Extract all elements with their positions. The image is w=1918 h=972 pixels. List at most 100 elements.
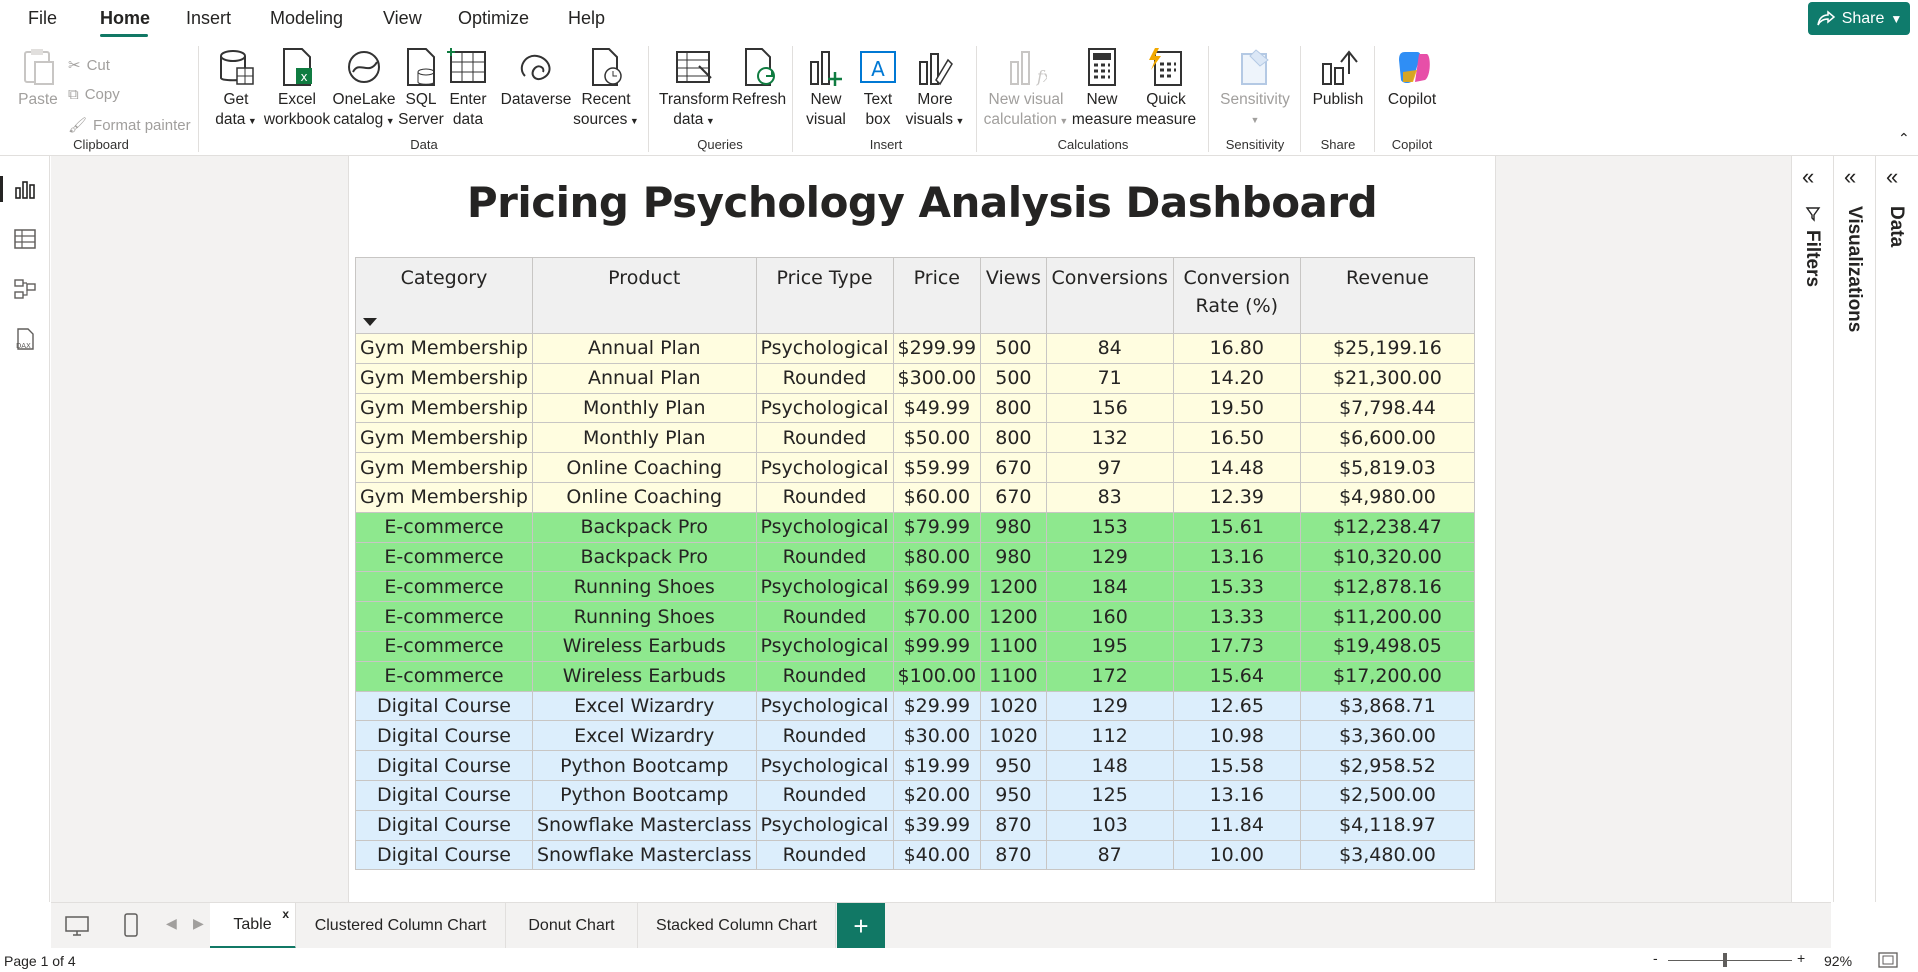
table-row[interactable]: E-commerce Backpack Pro Psychological $79.9…: [355, 511, 1476, 543]
table-row[interactable]: Gym Membership Monthly Plan Rounded $50.00 8…: [355, 422, 1476, 454]
add-page-button[interactable]: +: [837, 903, 885, 949]
get-data-button[interactable]: Get data ▼: [208, 46, 264, 131]
column-header[interactable]: Product: [531, 257, 757, 334]
chevron-down-icon: ▼: [627, 116, 639, 126]
table-row[interactable]: Digital Course Snowflake Masterclass Round…: [355, 839, 1476, 871]
new-visual-calculation-button[interactable]: fx New visual calculation ▼: [982, 46, 1070, 131]
get-data-label-1: Get: [223, 91, 249, 108]
transform-data-button[interactable]: Transform data ▼: [656, 46, 732, 131]
onelake-catalog-button[interactable]: OneLake catalog ▼: [332, 46, 396, 131]
paste-button[interactable]: Paste: [10, 46, 66, 110]
collapse-ribbon-icon[interactable]: ⌃: [1898, 130, 1910, 147]
table-row[interactable]: Gym Membership Annual Plan Psychological $2…: [355, 333, 1476, 364]
enter-data-button[interactable]: Enter data: [444, 46, 492, 130]
menu-insert[interactable]: Insert: [186, 8, 231, 29]
table-row[interactable]: Gym Membership Online Coaching Psychologic…: [355, 452, 1476, 483]
menu-home[interactable]: Home: [100, 8, 150, 29]
transform-label-2: data ▼: [656, 110, 732, 131]
close-tab-icon[interactable]: x: [282, 907, 289, 921]
column-header[interactable]: Conversion Rate (%): [1172, 257, 1301, 334]
menu-view[interactable]: View: [383, 8, 422, 29]
copilot-button[interactable]: Copilot: [1380, 46, 1444, 110]
column-header[interactable]: Conversions: [1045, 257, 1174, 334]
more-visuals-icon: [919, 53, 953, 86]
sort-descending-icon[interactable]: [363, 318, 377, 326]
table-row[interactable]: E-commerce Wireless Earbuds Rounded $100.00…: [355, 660, 1476, 692]
table-row[interactable]: Digital Course Excel Wizardry Psychologica…: [355, 690, 1476, 722]
fit-to-page-icon[interactable]: [1878, 952, 1898, 968]
dataverse-button[interactable]: Dataverse: [494, 46, 578, 110]
filters-pane-collapsed[interactable]: « Filters: [1791, 156, 1833, 902]
table-row[interactable]: Digital Course Python Bootcamp Psychologic…: [355, 750, 1476, 781]
table-row[interactable]: Gym Membership Online Coaching Rounded $60.…: [355, 481, 1476, 513]
menu-optimize[interactable]: Optimize: [458, 8, 529, 29]
menu-modeling[interactable]: Modeling: [270, 8, 343, 29]
pricing-table-visual[interactable]: Category Product Price Type Price Views …: [355, 257, 1476, 871]
column-header[interactable]: Views: [980, 257, 1047, 334]
table-row[interactable]: Gym Membership Annual Plan Rounded $300.00 5…: [355, 362, 1476, 394]
table-row[interactable]: Digital Course Python Bootcamp Rounded $20.…: [355, 779, 1476, 811]
table-row[interactable]: Digital Course Excel Wizardry Rounded $30.0…: [355, 720, 1476, 752]
cut-button[interactable]: ✂ Cut: [68, 56, 110, 75]
table-cell: 14.20: [1172, 362, 1301, 394]
menu-help[interactable]: Help: [568, 8, 605, 29]
visualizations-pane-collapsed[interactable]: « Visualizations: [1833, 156, 1875, 902]
model-view-icon[interactable]: [12, 276, 38, 302]
tab-table[interactable]: Table x: [210, 903, 296, 949]
table-row[interactable]: Digital Course Snowflake Masterclass Psych…: [355, 809, 1476, 841]
menu-file[interactable]: File: [28, 8, 57, 29]
table-cell: $60.00: [892, 481, 982, 513]
zoom-in-icon[interactable]: +: [1797, 950, 1805, 966]
sql-server-button[interactable]: SQL Server: [398, 46, 444, 130]
expand-data-icon[interactable]: «: [1886, 164, 1898, 190]
dax-query-view-icon[interactable]: DAX: [12, 326, 38, 352]
svg-text:A: A: [871, 57, 885, 81]
scroll-tabs-left-icon[interactable]: ◀: [166, 915, 177, 932]
expand-filters-icon[interactable]: «: [1802, 164, 1814, 190]
new-visual-button[interactable]: New visual: [800, 46, 852, 130]
zoom-slider[interactable]: [1668, 960, 1792, 961]
column-header[interactable]: Revenue: [1299, 257, 1476, 334]
excel-workbook-button[interactable]: x Excel workbook: [262, 46, 332, 130]
recent-sources-button[interactable]: Recent sources ▼: [568, 46, 644, 131]
column-header[interactable]: Price Type: [755, 257, 894, 334]
table-row[interactable]: E-commerce Backpack Pro Rounded $80.00 980 12…: [355, 541, 1476, 573]
publish-label: Publish: [1312, 91, 1364, 108]
sensitivity-button[interactable]: Sensitivity ▼: [1214, 46, 1296, 130]
table-row[interactable]: E-commerce Wireless Earbuds Psychological $…: [355, 630, 1476, 662]
publish-button[interactable]: Publish: [1306, 46, 1370, 110]
text-box-button[interactable]: A Text box: [854, 46, 902, 130]
data-pane-collapsed[interactable]: « Data: [1875, 156, 1918, 902]
tab-stacked-column-chart[interactable]: Stacked Column Chart: [638, 903, 836, 949]
table-row[interactable]: E-commerce Running Shoes Psychological $69.…: [355, 571, 1476, 603]
table-cell: $99.99: [892, 630, 982, 662]
table-cell: $10,320.00: [1299, 541, 1476, 573]
table-cell: Running Shoes: [531, 601, 757, 632]
zoom-slider-thumb[interactable]: [1723, 953, 1727, 967]
tab-donut-chart[interactable]: Donut Chart: [506, 903, 638, 949]
table-cell: Psychological: [755, 630, 894, 662]
scroll-tabs-right-icon[interactable]: ▶: [193, 915, 204, 932]
view-switcher-rail: DAX: [0, 156, 50, 902]
table-row[interactable]: Gym Membership Monthly Plan Psychological $…: [355, 392, 1476, 424]
desktop-layout-icon[interactable]: [65, 915, 89, 937]
column-header[interactable]: Price: [892, 257, 982, 334]
tab-clustered-column-chart[interactable]: Clustered Column Chart: [296, 903, 506, 949]
report-view-icon[interactable]: [12, 176, 38, 202]
format-painter-button[interactable]: 🖌 Format painter: [68, 116, 191, 135]
table-view-icon[interactable]: [12, 226, 38, 252]
more-visuals-button[interactable]: More visuals ▼: [902, 46, 968, 131]
column-header[interactable]: Category: [355, 257, 533, 334]
quick-measure-button[interactable]: Quick measure: [1132, 46, 1200, 130]
table-row[interactable]: E-commerce Running Shoes Rounded $70.00 1200…: [355, 601, 1476, 632]
copy-button[interactable]: ⧉ Copy: [68, 86, 120, 103]
expand-visualizations-icon[interactable]: «: [1844, 164, 1856, 190]
table-cell: Digital Course: [355, 779, 533, 811]
new-measure-button[interactable]: New measure: [1070, 46, 1134, 130]
svg-text:DAX: DAX: [16, 342, 31, 350]
table-cell: 125: [1045, 779, 1174, 811]
refresh-button[interactable]: Refresh: [730, 46, 788, 110]
share-button[interactable]: Share ▼: [1808, 2, 1910, 35]
mobile-layout-icon[interactable]: [123, 913, 139, 937]
zoom-out-icon[interactable]: -: [1653, 950, 1658, 966]
